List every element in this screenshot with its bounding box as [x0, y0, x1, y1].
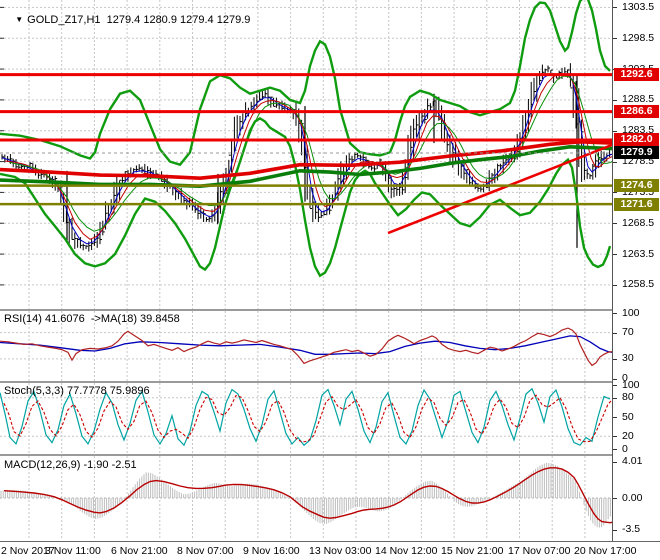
macd-tick-label: 0.00 — [622, 491, 643, 504]
current-bid-badge: 1279.9 — [614, 146, 659, 160]
axis-tick — [613, 449, 617, 450]
resistance-price-badge: 1286.6 — [614, 105, 659, 119]
symbol-dropdown-icon[interactable]: ▼ — [15, 15, 23, 24]
stoch-tick-label: 20 — [622, 429, 634, 442]
stoch-tick-label: 50 — [622, 410, 634, 423]
main-chart-canvas[interactable] — [0, 0, 612, 309]
resistance-price-badge: 1292.6 — [614, 68, 659, 82]
price-tick-label: 1298.5 — [622, 31, 655, 44]
axis-tick — [613, 130, 617, 132]
mt4-chart-window: ▼ GOLD_Z17,H1 1279.4 1280.9 1279.4 1279.9… — [0, 0, 660, 560]
axis-tick — [613, 7, 617, 9]
resistance-price-badge: 1282.0 — [614, 133, 659, 147]
axis-tick — [613, 385, 617, 386]
price-tick-label: 1303.5 — [622, 0, 655, 13]
axis-tick — [613, 313, 617, 314]
rsi-panel-title: RSI(14) 41.6076 ->MA(18) 39.8458 — [4, 313, 180, 325]
stoch-panel-title: Stoch(5,3,3) 77.7778 75.9896 — [4, 385, 150, 397]
stoch-d-line — [3, 394, 612, 443]
axis-tick — [613, 38, 617, 40]
support-price-badge: 1271.6 — [614, 197, 659, 211]
price-tick-label: 1263.5 — [622, 247, 655, 260]
macd-panel-title: MACD(12,26,9) -1.90 -2.51 — [4, 459, 137, 471]
axis-tick — [613, 378, 617, 380]
rsi-tick-label: 70 — [622, 326, 634, 339]
rsi-tick-label: 30 — [622, 352, 634, 365]
axis-tick — [613, 332, 617, 334]
time-axis-label: 6 Nov 21:00 — [111, 545, 168, 557]
time-axis-label: 17 Nov 07:00 — [508, 545, 571, 557]
symbol-ohlc-text: GOLD_Z17,H1 1279.4 1280.9 1279.4 1279.9 — [27, 14, 251, 26]
axis-tick — [613, 417, 617, 418]
macd-tick-label: -3.5 — [622, 523, 641, 535]
axis-tick — [613, 461, 617, 463]
price-axis[interactable]: 1303.51298.51293.51288.51283.51278.51273… — [613, 0, 660, 541]
time-axis-label: 8 Nov 07:00 — [177, 545, 234, 557]
stoch-tick-label: 80 — [622, 391, 634, 404]
axis-tick — [613, 254, 617, 256]
axis-tick — [613, 192, 617, 194]
main-price-chart[interactable] — [0, 0, 612, 309]
rsi-ma-line — [0, 335, 612, 355]
stoch-tick-label: 0 — [622, 442, 628, 455]
time-axis-label: 13 Nov 03:00 — [309, 545, 372, 557]
axis-tick — [613, 358, 617, 360]
stoch-tick-label: 100 — [622, 378, 640, 391]
axis-tick — [613, 397, 617, 399]
macd-tick-label: 4.01 — [622, 455, 643, 468]
axis-tick — [613, 284, 617, 286]
support-price-badge: 1274.6 — [614, 179, 659, 193]
axis-tick — [613, 529, 617, 531]
symbol-header: ▼ GOLD_Z17,H1 1279.4 1280.9 1279.4 1279.9 — [3, 2, 250, 38]
time-axis-label: 15 Nov 21:00 — [441, 545, 504, 557]
rsi-tick-label: 100 — [622, 306, 640, 319]
price-tick-label: 1268.5 — [622, 216, 655, 229]
time-axis-label: 20 Nov 17:00 — [574, 545, 637, 557]
axis-tick — [613, 223, 617, 225]
price-tick-label: 1258.5 — [622, 278, 655, 291]
time-axis-label: 9 Nov 16:00 — [243, 545, 300, 557]
axis-tick — [613, 498, 617, 499]
axis-tick — [613, 99, 617, 101]
price-tick-label: 1288.5 — [622, 93, 655, 106]
time-axis-label: 14 Nov 12:00 — [375, 545, 438, 557]
axis-tick — [613, 436, 617, 438]
time-axis-label: 3 Nov 11:00 — [45, 545, 101, 557]
axis-tick — [613, 161, 617, 163]
time-axis[interactable]: 2 Nov 2017 3 Nov 11:00 6 Nov 21:00 8 Nov 07… — [0, 541, 660, 560]
